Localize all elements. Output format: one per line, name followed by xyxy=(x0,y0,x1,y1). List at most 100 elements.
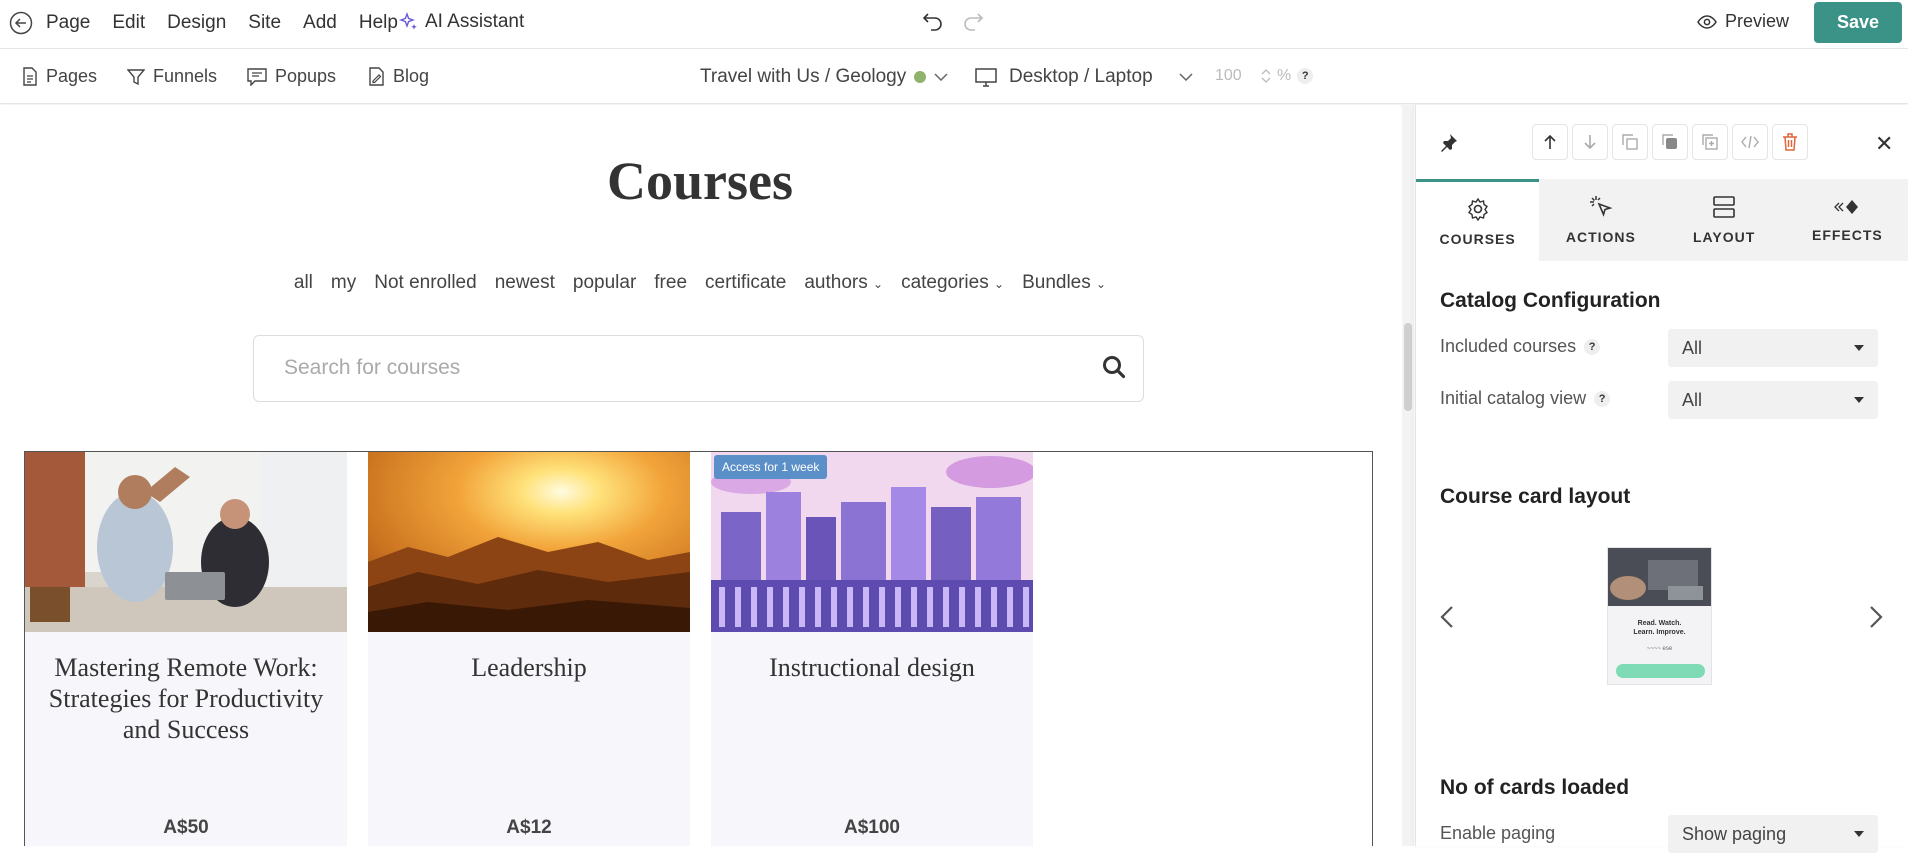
page-title: Courses xyxy=(607,151,793,211)
top-toolbar: Page Edit Design Site Add Help AI Assist… xyxy=(0,0,1908,49)
filter-my[interactable]: my xyxy=(331,272,356,294)
filter-certificate[interactable]: certificate xyxy=(705,272,786,294)
filter-bundles[interactable]: Bundles ⌄ xyxy=(1022,272,1106,294)
nav-popups[interactable]: Popups xyxy=(247,66,336,87)
ai-assistant-button[interactable]: AI Assistant xyxy=(399,11,524,33)
course-card[interactable]: Access for 1 week Instructional design A… xyxy=(711,452,1033,846)
filter-popular[interactable]: popular xyxy=(573,272,636,294)
pin-icon[interactable] xyxy=(1438,133,1458,153)
tab-effects[interactable]: EFFECTS xyxy=(1785,179,1908,261)
initial-view-text: Initial catalog view xyxy=(1440,388,1587,408)
nav-blog[interactable]: Blog xyxy=(368,66,429,87)
zoom-unit: % xyxy=(1277,67,1292,84)
chevron-left-icon[interactable] xyxy=(1440,605,1454,629)
filter-categories[interactable]: categories ⌄ xyxy=(901,272,1004,294)
arrow-down-icon xyxy=(1584,135,1596,150)
help-icon[interactable]: ? xyxy=(1584,338,1601,355)
cards-loaded-title: No of cards loaded xyxy=(1440,776,1630,799)
course-card[interactable]: Leadership A$12 xyxy=(368,452,690,846)
card-layout-preview[interactable]: Read. Watch. Learn. Improve. ~~~~ ese xyxy=(1607,547,1712,685)
blog-icon xyxy=(369,67,384,86)
nav-pages-label: Pages xyxy=(46,66,98,86)
catalog-config-title: Catalog Configuration xyxy=(1440,289,1661,312)
help-icon[interactable]: ? xyxy=(1297,68,1314,84)
course-title[interactable]: Instructional design xyxy=(731,652,1013,683)
layout-icon xyxy=(1713,196,1735,218)
canvas-scrollbar[interactable] xyxy=(1402,105,1414,846)
chevron-right-icon[interactable] xyxy=(1869,605,1883,629)
menu-design[interactable]: Design xyxy=(167,12,226,34)
nav-pages[interactable]: Pages xyxy=(22,66,97,87)
site-page-selector[interactable]: Travel with Us / Geology xyxy=(700,66,948,88)
chevron-down-icon: ⌄ xyxy=(994,277,1005,291)
nav-blog-label: Blog xyxy=(393,66,430,86)
ai-assistant-label: AI Assistant xyxy=(425,11,525,32)
filter-bundles-label: Bundles xyxy=(1022,272,1091,293)
copy-style-button[interactable] xyxy=(1652,124,1688,160)
tab-layout-label: LAYOUT xyxy=(1692,229,1756,245)
move-up-button[interactable] xyxy=(1532,124,1568,160)
course-card[interactable]: Mastering Remote Work: Strategies for Pr… xyxy=(25,452,347,846)
menu-help[interactable]: Help xyxy=(359,12,398,34)
nav-funnels[interactable]: Funnels xyxy=(127,66,217,87)
monitor-icon xyxy=(975,67,997,87)
help-icon[interactable]: ? xyxy=(1594,390,1611,407)
add-section-button[interactable] xyxy=(1692,124,1728,160)
filter-all[interactable]: all xyxy=(294,272,313,294)
search-icon[interactable] xyxy=(1101,354,1127,380)
undo-icon[interactable] xyxy=(922,12,944,32)
course-image-office xyxy=(25,452,347,632)
element-actions xyxy=(1532,124,1808,160)
paging-select[interactable]: Show paging xyxy=(1668,815,1878,853)
main-menu: Page Edit Design Site Add Help xyxy=(46,12,420,34)
included-courses-value: All xyxy=(1682,337,1703,358)
secondary-toolbar: Pages Funnels Popups Blog Travel with Us… xyxy=(0,50,1908,104)
included-courses-text: Included courses xyxy=(1440,336,1577,356)
scrollbar-thumb[interactable] xyxy=(1404,323,1412,411)
move-down-button[interactable] xyxy=(1572,124,1608,160)
tab-layout[interactable]: LAYOUT xyxy=(1662,179,1786,261)
menu-site[interactable]: Site xyxy=(248,12,281,34)
preview-button[interactable]: Preview xyxy=(1697,11,1789,32)
close-icon[interactable]: ✕ xyxy=(1875,131,1893,157)
course-title[interactable]: Mastering Remote Work: Strategies for Pr… xyxy=(45,652,327,745)
paging-value: Show paging xyxy=(1682,823,1787,844)
filter-categories-label: categories xyxy=(901,272,989,293)
filter-free[interactable]: free xyxy=(654,272,687,294)
course-search-box xyxy=(253,335,1144,402)
tab-actions[interactable]: ACTIONS xyxy=(1539,179,1663,261)
zoom-input[interactable]: 100 xyxy=(1215,67,1255,85)
site-path-label: Travel with Us / Geology xyxy=(700,66,907,87)
search-input[interactable] xyxy=(284,356,1064,380)
nav-funnels-label: Funnels xyxy=(153,66,218,86)
course-title[interactable]: Leadership xyxy=(388,652,670,683)
filter-authors-label: authors xyxy=(804,272,868,293)
filter-not-enrolled[interactable]: Not enrolled xyxy=(374,272,476,294)
menu-page[interactable]: Page xyxy=(46,12,90,34)
redo-icon[interactable] xyxy=(962,12,984,32)
filter-authors[interactable]: authors ⌄ xyxy=(804,272,883,294)
cursor-click-icon xyxy=(1589,196,1613,217)
copy-icon xyxy=(1622,134,1638,150)
delete-button[interactable] xyxy=(1772,124,1808,160)
gear-icon xyxy=(1467,197,1488,221)
card-layout-title: Course card layout xyxy=(1440,485,1631,508)
course-image-city xyxy=(711,452,1033,632)
initial-view-select[interactable]: All xyxy=(1668,381,1878,419)
back-arrow-icon[interactable] xyxy=(9,11,33,35)
tab-courses[interactable]: COURSES xyxy=(1416,179,1540,261)
device-selector[interactable]: Desktop / Laptop xyxy=(975,66,1193,88)
duplicate-button[interactable] xyxy=(1612,124,1648,160)
panel-tabs: COURSES ACTIONS LAYOUT EFFECTS xyxy=(1416,179,1908,261)
included-courses-select[interactable]: All xyxy=(1668,329,1878,367)
menu-edit[interactable]: Edit xyxy=(112,12,145,34)
code-button[interactable] xyxy=(1732,124,1768,160)
effects-icon xyxy=(1834,200,1859,214)
filter-newest[interactable]: newest xyxy=(495,272,555,294)
save-button[interactable]: Save xyxy=(1814,2,1902,43)
preview-headline: Read. Watch. Learn. Improve. xyxy=(1633,620,1686,636)
zoom-control: 100 % ? xyxy=(1215,67,1314,85)
stepper-icon[interactable] xyxy=(1261,68,1271,84)
menu-add[interactable]: Add xyxy=(303,12,337,34)
preview-image xyxy=(1608,548,1711,606)
